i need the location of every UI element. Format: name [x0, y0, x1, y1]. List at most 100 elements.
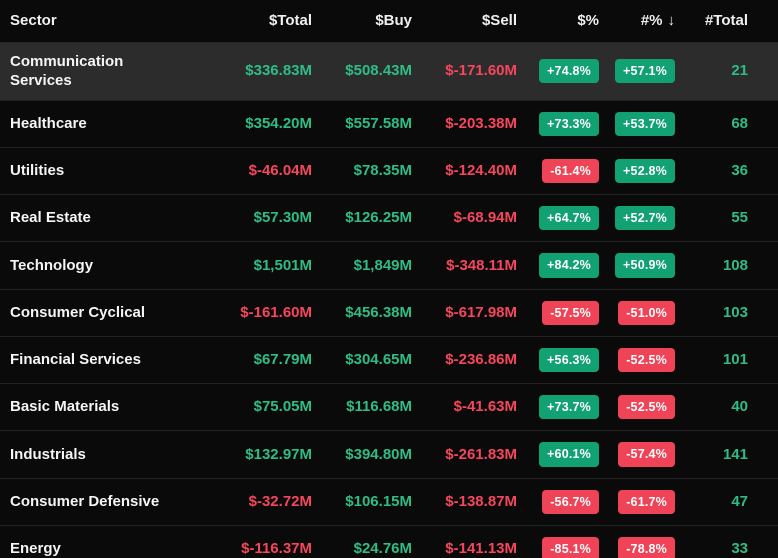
- pct-cell: -57.5%: [517, 289, 599, 336]
- table-row[interactable]: Industrials $132.97M $394.80M $-261.83M …: [0, 431, 778, 478]
- table-row[interactable]: Healthcare $354.20M $557.58M $-203.38M +…: [0, 100, 778, 147]
- count-pct-badge: +53.7%: [615, 112, 675, 136]
- total-value: $67.79M: [202, 336, 312, 383]
- total-value: $75.05M: [202, 384, 312, 431]
- table-row[interactable]: Real Estate $57.30M $126.25M $-68.94M +6…: [0, 195, 778, 242]
- pct-badge: -57.5%: [542, 301, 599, 325]
- header-sell[interactable]: $Sell: [412, 0, 517, 42]
- pct-badge: -85.1%: [542, 537, 599, 558]
- count-pct-badge: +50.9%: [615, 253, 675, 277]
- count-pct-cell: +53.7%: [599, 100, 675, 147]
- header-pct[interactable]: $%: [517, 0, 599, 42]
- total-value: $354.20M: [202, 100, 312, 147]
- count-pct-cell: -52.5%: [599, 384, 675, 431]
- count-pct-badge: +52.7%: [615, 206, 675, 230]
- count-pct-badge: -51.0%: [618, 301, 675, 325]
- count-pct-badge: -52.5%: [618, 395, 675, 419]
- buy-value: $126.25M: [312, 195, 412, 242]
- count-pct-cell: -52.5%: [599, 336, 675, 383]
- table-row[interactable]: Basic Materials $75.05M $116.68M $-41.63…: [0, 384, 778, 431]
- sector-name: Industrials: [0, 431, 202, 478]
- sector-name: Basic Materials: [0, 384, 202, 431]
- count-pct-cell: +57.1%: [599, 42, 675, 100]
- count-pct-cell: -51.0%: [599, 289, 675, 336]
- count-pct-cell: +52.8%: [599, 147, 675, 194]
- total-value: $-46.04M: [202, 147, 312, 194]
- count-pct-badge: +57.1%: [615, 59, 675, 83]
- table-body: Communication Services $336.83M $508.43M…: [0, 42, 778, 558]
- sell-value: $-124.40M: [412, 147, 517, 194]
- header-row: Sector $Total $Buy $Sell $% #%↓ #Total: [0, 0, 778, 42]
- table-row[interactable]: Energy $-116.37M $24.76M $-141.13M -85.1…: [0, 525, 778, 558]
- sell-value: $-141.13M: [412, 525, 517, 558]
- pct-cell: +73.7%: [517, 384, 599, 431]
- total-value: $-32.72M: [202, 478, 312, 525]
- sector-name: Communication Services: [0, 42, 202, 100]
- count-total: 21: [675, 42, 778, 100]
- count-pct-cell: -57.4%: [599, 431, 675, 478]
- count-pct-cell: +52.7%: [599, 195, 675, 242]
- pct-cell: +56.3%: [517, 336, 599, 383]
- sector-name: Real Estate: [0, 195, 202, 242]
- pct-cell: +74.8%: [517, 42, 599, 100]
- pct-cell: -56.7%: [517, 478, 599, 525]
- header-total[interactable]: $Total: [202, 0, 312, 42]
- buy-value: $456.38M: [312, 289, 412, 336]
- pct-badge: -56.7%: [542, 490, 599, 514]
- header-buy[interactable]: $Buy: [312, 0, 412, 42]
- buy-value: $304.65M: [312, 336, 412, 383]
- table-row[interactable]: Consumer Cyclical $-161.60M $456.38M $-6…: [0, 289, 778, 336]
- sector-name: Energy: [0, 525, 202, 558]
- count-pct-badge: -57.4%: [618, 442, 675, 466]
- count-total: 103: [675, 289, 778, 336]
- header-count-pct[interactable]: #%↓: [599, 0, 675, 42]
- buy-value: $1,849M: [312, 242, 412, 289]
- sector-name: Consumer Defensive: [0, 478, 202, 525]
- table-row[interactable]: Utilities $-46.04M $78.35M $-124.40M -61…: [0, 147, 778, 194]
- pct-cell: +64.7%: [517, 195, 599, 242]
- count-total: 68: [675, 100, 778, 147]
- sell-value: $-68.94M: [412, 195, 517, 242]
- count-total: 141: [675, 431, 778, 478]
- pct-cell: -61.4%: [517, 147, 599, 194]
- table-row[interactable]: Technology $1,501M $1,849M $-348.11M +84…: [0, 242, 778, 289]
- buy-value: $557.58M: [312, 100, 412, 147]
- sell-value: $-617.98M: [412, 289, 517, 336]
- pct-cell: +60.1%: [517, 431, 599, 478]
- sell-value: $-41.63M: [412, 384, 517, 431]
- sector-name: Utilities: [0, 147, 202, 194]
- sector-table: Sector $Total $Buy $Sell $% #%↓ #Total C…: [0, 0, 778, 558]
- count-pct-badge: -52.5%: [618, 348, 675, 372]
- header-sector[interactable]: Sector: [0, 0, 202, 42]
- count-total: 33: [675, 525, 778, 558]
- pct-badge: +60.1%: [539, 442, 599, 466]
- pct-badge: -61.4%: [542, 159, 599, 183]
- pct-cell: +84.2%: [517, 242, 599, 289]
- count-total: 55: [675, 195, 778, 242]
- table-row[interactable]: Financial Services $67.79M $304.65M $-23…: [0, 336, 778, 383]
- sell-value: $-236.86M: [412, 336, 517, 383]
- sort-desc-icon: ↓: [668, 12, 676, 29]
- count-total: 101: [675, 336, 778, 383]
- buy-value: $106.15M: [312, 478, 412, 525]
- count-pct-badge: -61.7%: [618, 490, 675, 514]
- count-pct-badge: -78.8%: [618, 537, 675, 558]
- header-count-total[interactable]: #Total: [675, 0, 778, 42]
- buy-value: $116.68M: [312, 384, 412, 431]
- total-value: $-161.60M: [202, 289, 312, 336]
- count-total: 40: [675, 384, 778, 431]
- count-pct-cell: +50.9%: [599, 242, 675, 289]
- pct-badge: +73.3%: [539, 112, 599, 136]
- sector-name: Healthcare: [0, 100, 202, 147]
- total-value: $1,501M: [202, 242, 312, 289]
- table-row[interactable]: Communication Services $336.83M $508.43M…: [0, 42, 778, 100]
- count-total: 108: [675, 242, 778, 289]
- pct-cell: +73.3%: [517, 100, 599, 147]
- sell-value: $-261.83M: [412, 431, 517, 478]
- total-value: $336.83M: [202, 42, 312, 100]
- sector-name: Consumer Cyclical: [0, 289, 202, 336]
- table-row[interactable]: Consumer Defensive $-32.72M $106.15M $-1…: [0, 478, 778, 525]
- total-value: $-116.37M: [202, 525, 312, 558]
- total-value: $57.30M: [202, 195, 312, 242]
- count-total: 47: [675, 478, 778, 525]
